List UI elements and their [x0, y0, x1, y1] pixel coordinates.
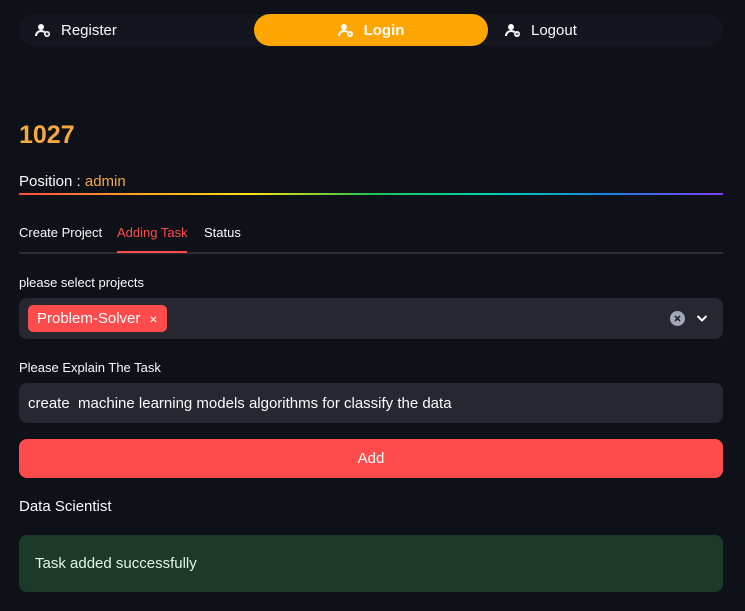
task-label: Please Explain The Task: [19, 360, 161, 375]
chip-remove-icon[interactable]: ×: [149, 311, 157, 327]
nav-register[interactable]: Register: [19, 14, 253, 46]
chevron-down-icon[interactable]: [695, 311, 709, 325]
task-input[interactable]: [19, 383, 723, 423]
nav-login[interactable]: Login: [254, 14, 488, 46]
clear-icon[interactable]: [670, 311, 685, 326]
project-chip: Problem-Solver ×: [28, 305, 167, 332]
app-page: Register Login Logout 1027 Position: ad…: [0, 0, 745, 611]
tab-create-project[interactable]: Create Project: [19, 225, 102, 240]
tab-status[interactable]: Status: [204, 225, 241, 240]
tab-bar: Create Project Adding Task Status: [19, 222, 723, 254]
position-line: Position : admin: [19, 173, 126, 190]
success-alert: Task added successfully: [19, 535, 723, 592]
user-remove-icon: [505, 22, 521, 38]
add-button[interactable]: Add: [19, 439, 723, 478]
position-label: Position :: [19, 173, 81, 190]
nav-logout-label: Logout: [531, 21, 577, 39]
rainbow-divider: [19, 193, 723, 195]
user-key-icon: [337, 22, 354, 38]
role-text: Data Scientist: [19, 498, 112, 515]
nav-logout[interactable]: Logout: [489, 14, 723, 46]
nav-login-label: Login: [363, 21, 405, 39]
active-tab-indicator: [117, 251, 187, 253]
user-id-heading: 1027: [19, 121, 75, 149]
top-nav: Register Login Logout: [19, 14, 723, 46]
position-value: admin: [84, 173, 126, 190]
project-chip-label: Problem-Solver: [37, 310, 141, 327]
tab-adding-task[interactable]: Adding Task: [117, 225, 188, 240]
success-message: Task added successfully: [35, 555, 197, 572]
nav-register-label: Register: [61, 21, 117, 39]
projects-multiselect[interactable]: Problem-Solver ×: [19, 298, 723, 339]
user-add-icon: [35, 22, 51, 38]
projects-label: please select projects: [19, 275, 145, 290]
